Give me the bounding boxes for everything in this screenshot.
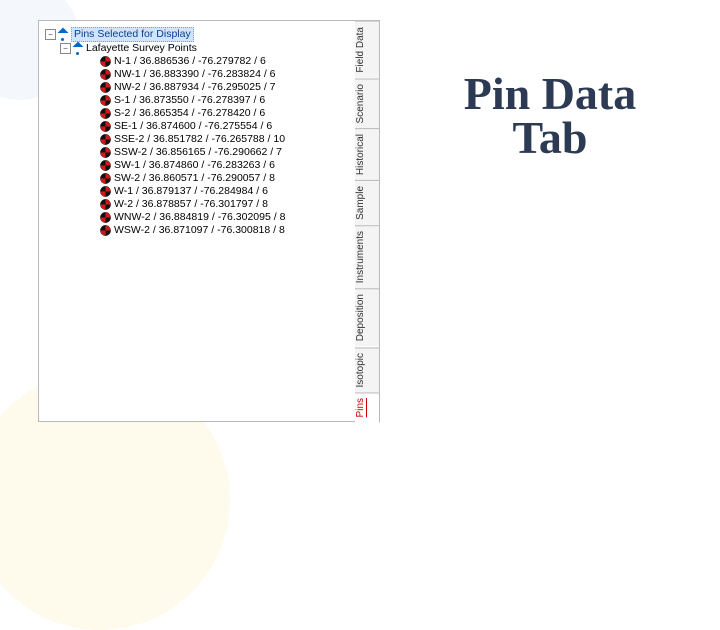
- survey-point-icon: [100, 82, 111, 93]
- survey-point-icon: [100, 186, 111, 197]
- tab-historical[interactable]: Historical: [355, 128, 380, 180]
- tree-group[interactable]: − Lafayette Survey Points: [45, 42, 351, 55]
- pin-label: W-2 / 36.878857 / -76.301797 / 8: [114, 198, 268, 211]
- pin-label: W-1 / 36.879137 / -76.284984 / 6: [114, 185, 268, 198]
- pin-label: SE-1 / 36.874600 / -76.275554 / 6: [114, 120, 272, 133]
- vertical-tab-strip: Field DataScenarioHistoricalSampleInstru…: [355, 21, 379, 421]
- pin-label: WNW-2 / 36.884819 / -76.302095 / 8: [114, 211, 285, 224]
- pin-data-panel: − Pins Selected for Display − Lafayette …: [38, 20, 380, 422]
- pin-label: S-1 / 36.873550 / -76.278397 / 6: [114, 94, 265, 107]
- tab-sample[interactable]: Sample: [355, 180, 380, 225]
- pin-label: S-2 / 36.865354 / -76.278420 / 6: [114, 107, 265, 120]
- survey-point-icon: [100, 160, 111, 171]
- pin-row[interactable]: SSE-2 / 36.851782 / -76.265788 / 10: [45, 133, 351, 146]
- pin-label: SW-2 / 36.860571 / -76.290057 / 8: [114, 172, 275, 185]
- tab-pins[interactable]: Pins: [355, 392, 380, 422]
- pin-row[interactable]: SW-1 / 36.874860 / -76.283263 / 6: [45, 159, 351, 172]
- pin-row[interactable]: SW-2 / 36.860571 / -76.290057 / 8: [45, 172, 351, 185]
- tree-root-label: Pins Selected for Display: [71, 27, 194, 42]
- pin-row[interactable]: WNW-2 / 36.884819 / -76.302095 / 8: [45, 211, 351, 224]
- pin-label: SW-1 / 36.874860 / -76.283263 / 6: [114, 159, 275, 172]
- survey-point-icon: [100, 173, 111, 184]
- pin-row[interactable]: SSW-2 / 36.856165 / -76.290662 / 7: [45, 146, 351, 159]
- pin-label: SSE-2 / 36.851782 / -76.265788 / 10: [114, 133, 285, 146]
- survey-point-icon: [100, 134, 111, 145]
- tab-isotopic[interactable]: Isotopic: [355, 347, 380, 392]
- tab-scenario[interactable]: Scenario: [355, 78, 380, 128]
- expand-toggle[interactable]: −: [45, 29, 56, 40]
- expand-toggle[interactable]: −: [60, 43, 71, 54]
- survey-point-icon: [100, 212, 111, 223]
- tree-group-label: Lafayette Survey Points: [86, 42, 197, 55]
- survey-point-icon: [100, 108, 111, 119]
- pin-row[interactable]: N-1 / 36.886536 / -76.279782 / 6: [45, 55, 351, 68]
- pin-row[interactable]: NW-2 / 36.887934 / -76.295025 / 7: [45, 81, 351, 94]
- tab-deposition[interactable]: Deposition: [355, 288, 380, 346]
- pin-row[interactable]: SE-1 / 36.874600 / -76.275554 / 6: [45, 120, 351, 133]
- pin-icon: [59, 28, 68, 41]
- survey-point-icon: [100, 56, 111, 67]
- pin-row[interactable]: WSW-2 / 36.871097 / -76.300818 / 8: [45, 224, 351, 237]
- pin-row[interactable]: S-2 / 36.865354 / -76.278420 / 6: [45, 107, 351, 120]
- tab-instruments[interactable]: Instruments: [355, 225, 380, 288]
- survey-point-icon: [100, 95, 111, 106]
- title-line: Tab: [512, 112, 587, 163]
- pin-label: N-1 / 36.886536 / -76.279782 / 6: [114, 55, 266, 68]
- pin-label: NW-2 / 36.887934 / -76.295025 / 7: [114, 81, 276, 94]
- pin-label: NW-1 / 36.883390 / -76.283824 / 6: [114, 68, 276, 81]
- pin-tree: − Pins Selected for Display − Lafayette …: [39, 21, 355, 421]
- pin-icon: [74, 42, 83, 55]
- survey-point-icon: [100, 121, 111, 132]
- survey-point-icon: [100, 147, 111, 158]
- pin-row[interactable]: W-1 / 36.879137 / -76.284984 / 6: [45, 185, 351, 198]
- pin-label: WSW-2 / 36.871097 / -76.300818 / 8: [114, 224, 285, 237]
- tree-root[interactable]: − Pins Selected for Display: [45, 27, 351, 42]
- pin-row[interactable]: W-2 / 36.878857 / -76.301797 / 8: [45, 198, 351, 211]
- pin-row[interactable]: NW-1 / 36.883390 / -76.283824 / 6: [45, 68, 351, 81]
- pin-label: SSW-2 / 36.856165 / -76.290662 / 7: [114, 146, 282, 159]
- survey-point-icon: [100, 225, 111, 236]
- slide-title: Pin Data Tab: [400, 72, 700, 159]
- survey-point-icon: [100, 69, 111, 80]
- pin-row[interactable]: S-1 / 36.873550 / -76.278397 / 6: [45, 94, 351, 107]
- survey-point-icon: [100, 199, 111, 210]
- tab-field-data[interactable]: Field Data: [355, 21, 380, 78]
